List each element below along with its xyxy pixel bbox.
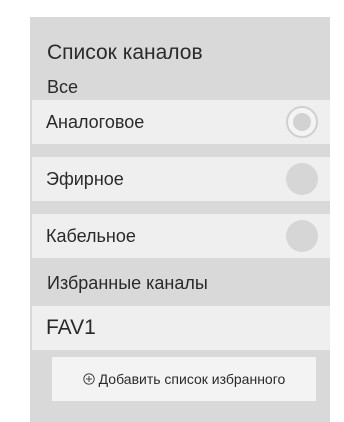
channel-list-label: Эфирное (46, 169, 124, 189)
radio-dot (293, 113, 311, 131)
favorite-list-label: FAV1 (46, 316, 96, 339)
radio-unselected-icon[interactable] (286, 220, 318, 252)
radio-unselected-icon[interactable] (286, 163, 318, 195)
panel-title: Список каналов (47, 41, 203, 64)
group-label-favorites: Избранные каналы (47, 273, 208, 293)
channel-list-label: Аналоговое (46, 112, 145, 132)
add-favorites-list-label: Добавить список избранного (98, 371, 286, 387)
add-favorites-list-button[interactable]: Добавить список избранного (52, 357, 316, 401)
channel-list-label: Кабельное (46, 226, 136, 246)
channel-list-item-analog[interactable]: Аналоговое (32, 100, 330, 144)
circled-plus-icon (83, 373, 95, 385)
favorite-list-item-fav1[interactable]: FAV1 (32, 306, 330, 350)
group-label-all: Все (47, 77, 79, 97)
radio-selected-icon[interactable] (286, 106, 318, 138)
channel-list-item-terrestrial[interactable]: Эфирное (32, 157, 330, 201)
channel-list-panel: Список каналов Все Аналоговое Эфирное Ка… (30, 17, 330, 422)
channel-list-item-cable[interactable]: Кабельное (32, 214, 330, 258)
